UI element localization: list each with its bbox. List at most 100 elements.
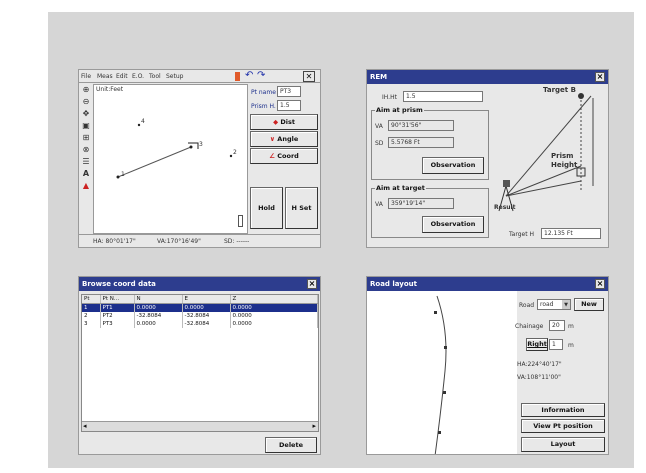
status-va: VA:170°16'49" <box>157 238 201 245</box>
hset-button[interactable]: H Set <box>285 187 318 229</box>
road-select[interactable]: road ▼ <box>537 299 571 310</box>
road-svg <box>434 295 447 454</box>
road-canvas[interactable] <box>367 291 517 454</box>
text-icon[interactable]: A <box>82 169 91 178</box>
tool-icon[interactable]: ✕ <box>303 71 315 82</box>
table-header: Pt Pt N... N E Z <box>82 295 318 304</box>
zoom-out-icon[interactable]: ⊖ <box>82 97 91 106</box>
menu-edit[interactable]: Edit <box>116 73 128 80</box>
zoom-in-icon[interactable]: ⊕ <box>82 85 91 94</box>
scroll-right-icon[interactable]: ▸ <box>312 422 316 430</box>
road-titlebar: Road layout × <box>367 277 608 291</box>
browse-title: Browse coord data <box>82 280 156 288</box>
browse-titlebar: Browse coord data × <box>79 277 320 291</box>
coord-button[interactable]: ∠ Coord <box>250 148 318 164</box>
delete-button[interactable]: Delete <box>265 437 317 453</box>
right-panel: Pt name PT3 Prism H. 1.5 ◆ Dist ∨ Angle … <box>249 84 320 234</box>
prism-height-label: Prism Height <box>551 152 578 169</box>
rem-titlebar: REM × <box>367 70 608 84</box>
cell: 3 <box>82 320 101 328</box>
pt-name-field[interactable]: PT3 <box>277 86 301 97</box>
ih-field[interactable]: 1.5 <box>403 91 483 102</box>
dist-button[interactable]: ◆ Dist <box>250 114 318 130</box>
menu-tool[interactable]: Tool <box>149 73 161 80</box>
table-row[interactable]: 1 PT1 0.0000 0.0000 0.0000 <box>82 303 318 312</box>
scroll-icon[interactable] <box>238 215 243 227</box>
menu-setup[interactable]: Setup <box>166 73 183 80</box>
point-marker <box>116 175 120 179</box>
cell: PT3 <box>100 320 135 328</box>
dist-label: Dist <box>280 118 295 126</box>
chevron-down-icon[interactable]: ▼ <box>562 300 570 309</box>
plot-svg <box>116 123 233 179</box>
cell: 1 <box>82 303 101 312</box>
zoom-all-icon[interactable]: ⊞ <box>82 133 91 142</box>
va-text: VA:108°11'00" <box>517 374 561 381</box>
cell: 0.0000 <box>230 312 318 320</box>
close-icon[interactable]: × <box>595 72 605 82</box>
layout-button[interactable]: Layout <box>521 437 605 452</box>
information-button[interactable]: Information <box>521 403 605 417</box>
measure-icon[interactable]: ▲ <box>82 181 91 190</box>
coord-table-wrap: Pt Pt N... N E Z 1 PT1 0.0000 0.0000 0.0… <box>81 294 319 432</box>
menu-meas[interactable]: Meas <box>97 73 113 80</box>
close-icon[interactable]: × <box>595 279 605 289</box>
aim-target-group: Aim at target VA 359°19'14" Observation <box>371 184 489 238</box>
va-target-field: 359°19'14" <box>388 198 454 209</box>
point-label: 2 <box>233 149 237 156</box>
column-header[interactable]: N <box>134 295 183 304</box>
map-canvas[interactable]: Unit:Feet 4 3 2 1 <box>93 84 248 234</box>
cell: 0.0000 <box>182 303 231 312</box>
column-header[interactable]: Pt N... <box>100 295 135 304</box>
cell: -32.8084 <box>182 312 231 320</box>
rem-diagram: Target B Prism Height Result <box>491 86 607 214</box>
coord-table: Pt Pt N... N E Z 1 PT1 0.0000 0.0000 0.0… <box>82 295 318 328</box>
angle-label: Angle <box>277 135 299 143</box>
hold-button[interactable]: Hold <box>250 187 283 229</box>
chainage-field[interactable]: 20 <box>549 320 565 331</box>
right-field[interactable]: 1 <box>549 339 563 350</box>
point-marker <box>189 145 193 149</box>
ih-label: IH.Ht <box>382 94 397 101</box>
angle-button[interactable]: ∨ Angle <box>250 131 318 147</box>
target-label: Target B <box>543 86 576 94</box>
prism-h-label: Prism H. <box>251 103 276 110</box>
left-toolbar: ⊕ ⊖ ✥ ▣ ⊞ ⊗ ☰ A ▲ <box>80 85 92 233</box>
point-label: 4 <box>141 118 145 125</box>
observation-prism-button[interactable]: Observation <box>422 157 484 174</box>
undo-icon[interactable]: ↶ <box>245 70 253 81</box>
point-marker <box>137 123 141 127</box>
right-button[interactable]: Right <box>526 338 548 351</box>
close-icon[interactable]: × <box>307 279 317 289</box>
new-button[interactable]: New <box>574 298 604 311</box>
menu-file[interactable]: File <box>81 73 91 80</box>
pan-icon[interactable]: ✥ <box>82 109 91 118</box>
layer-icon[interactable]: ☰ <box>82 157 91 166</box>
scroll-left-icon[interactable]: ◂ <box>83 422 87 430</box>
redo-icon[interactable]: ↷ <box>257 70 265 81</box>
refresh-icon[interactable]: ⊗ <box>82 145 91 154</box>
sd-field: 5.5768 Ft <box>388 137 454 148</box>
observation-target-button[interactable]: Observation <box>422 216 484 233</box>
road-select-value: road <box>540 301 554 308</box>
column-header[interactable]: Z <box>230 295 318 304</box>
zoom-window-icon[interactable]: ▣ <box>82 121 91 130</box>
point-marker <box>229 154 233 158</box>
point-label: 3 <box>199 141 203 148</box>
horizontal-scrollbar[interactable]: ◂ ▸ <box>82 421 318 431</box>
column-header[interactable]: E <box>182 295 231 304</box>
target-h-label: Target H <box>509 231 534 238</box>
table-row[interactable]: 2 PT2 -32.8084 -32.8084 0.0000 <box>82 312 318 320</box>
road-title: Road layout <box>370 280 417 288</box>
road-label: Road <box>519 302 535 309</box>
aim-prism-title: Aim at prism <box>375 106 424 114</box>
table-row[interactable]: 3 PT3 0.0000 -32.8084 0.0000 <box>82 320 318 328</box>
menu-eo[interactable]: E.O. <box>132 73 144 80</box>
prism-h-field[interactable]: 1.5 <box>277 100 301 111</box>
status-sd: SD: ------ <box>224 238 250 245</box>
view-pt-position-button[interactable]: View Pt position <box>521 419 605 433</box>
column-header[interactable]: Pt <box>82 295 101 304</box>
cell: 0.0000 <box>134 320 183 328</box>
cell: PT1 <box>100 303 135 312</box>
va-label: VA <box>375 123 383 130</box>
